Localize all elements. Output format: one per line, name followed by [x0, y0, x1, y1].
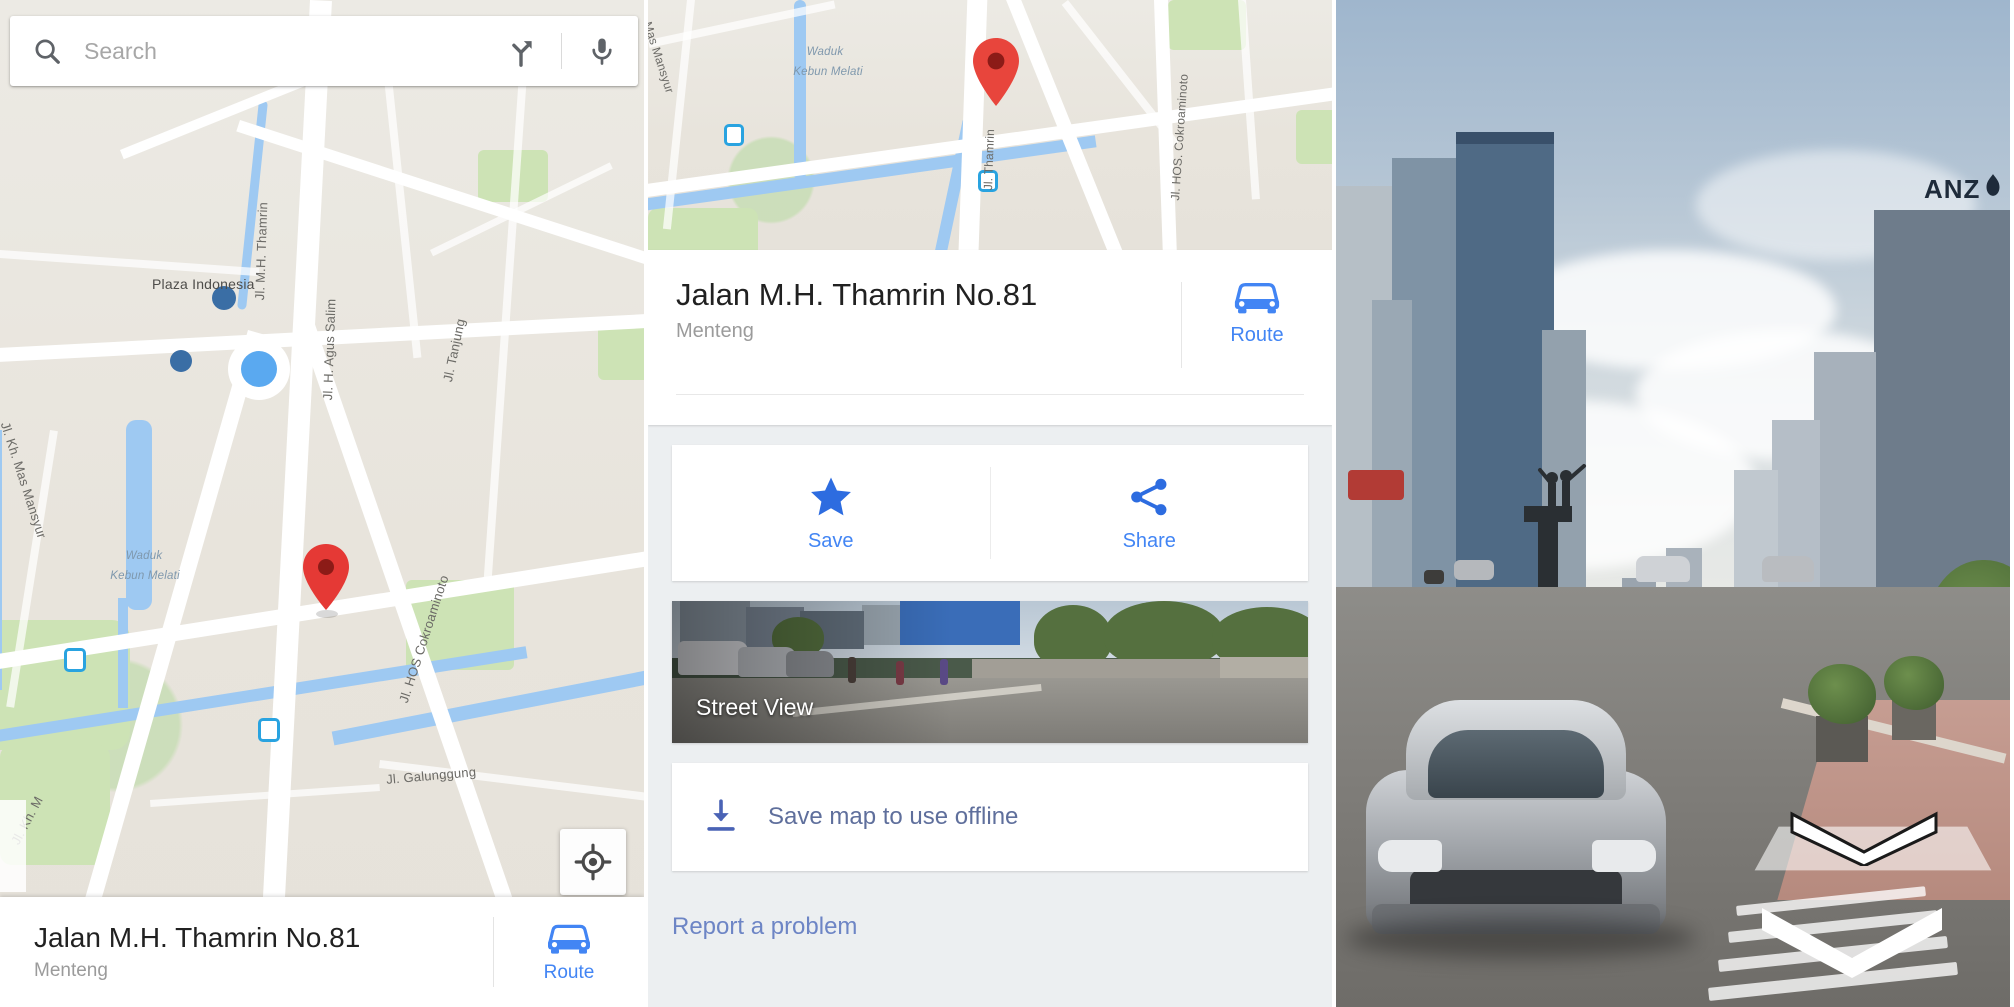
anz-sign-text: ANZ: [1924, 174, 1981, 204]
photo-bus: [1348, 470, 1404, 500]
sheet-water-canal: [794, 0, 806, 180]
map-canvas[interactable]: Plaza Indonesia Jl. M.H. Thamrin Jl. H. …: [0, 0, 644, 1007]
chevron-forward-icon-near[interactable]: [1752, 898, 1952, 978]
place-info-card[interactable]: Jalan M.H. Thamrin No.81 Menteng Route: [0, 897, 644, 1007]
save-offline-row[interactable]: Save map to use offline: [672, 763, 1308, 871]
anz-logo-icon: [1986, 174, 2000, 196]
map-label-plaza-indonesia: Plaza Indonesia: [152, 276, 255, 292]
street-view-card[interactable]: Street View: [672, 601, 1308, 743]
photo-building-cap: [1456, 132, 1554, 144]
place-header-card: Jalan M.H. Thamrin No.81 Menteng Route: [648, 250, 1332, 425]
car-windshield: [1428, 730, 1604, 798]
search-input[interactable]: [84, 37, 485, 65]
voice-search-button[interactable]: [566, 16, 638, 86]
report-row: Report a problem: [648, 887, 1332, 941]
photo-car-shadow: [1346, 918, 1696, 958]
save-offline-label: Save map to use offline: [768, 803, 1019, 830]
map-location-pin[interactable]: [300, 542, 352, 617]
place-info-text: Jalan M.H. Thamrin No.81 Menteng: [0, 922, 493, 981]
place-sheet-title: Jalan M.H. Thamrin No.81: [676, 277, 1038, 312]
photo-motorbike: [1424, 570, 1444, 584]
sheet-label-waduk: Waduk: [806, 46, 844, 58]
sheet-label-thamrin: Jl. Thamrin: [981, 128, 998, 191]
car-icon: [548, 924, 590, 954]
search-icon: [10, 36, 84, 66]
share-icon: [1131, 478, 1167, 515]
street-view-label: Street View: [696, 694, 814, 720]
photo-planter-shrub: [1884, 656, 1944, 710]
photo-monument-statue-icon: [1538, 464, 1586, 507]
map-label-kebun-melati: Kebun Melati: [110, 570, 180, 582]
place-sheet-subtitle: Menteng: [676, 320, 754, 343]
sheet-route-button[interactable]: Route: [1182, 278, 1332, 347]
street-view-photo-panel[interactable]: ANZ: [1336, 0, 2010, 1007]
sheet-map-strip[interactable]: Waduk Kebun Melati Jl. Thamrin Jl. HOS. …: [648, 0, 1332, 250]
photo-planter-shrub: [1808, 664, 1876, 724]
microphone-icon: [592, 38, 612, 65]
map-label-waduk: Waduk: [125, 550, 163, 562]
search-glyph: [35, 39, 60, 64]
transit-marker-icon: [64, 648, 86, 672]
transit-marker-icon: [258, 718, 280, 742]
chevron-forward-icon-far[interactable]: [1784, 806, 1944, 866]
sheet-green-area: [1168, 0, 1246, 50]
map-water-canal: [0, 430, 2, 690]
star-icon: [810, 476, 851, 515]
map-water-canal: [118, 598, 128, 708]
car-headlight: [1378, 840, 1442, 872]
thumb-vignette: [672, 601, 1308, 743]
directions-fork-icon: [512, 41, 532, 67]
three-panel-screenshot: Plaza Indonesia Jl. M.H. Thamrin Jl. H. …: [0, 0, 2014, 1007]
place-title: Jalan M.H. Thamrin No.81: [34, 922, 361, 954]
save-action[interactable]: Save: [672, 445, 990, 581]
map-scale-ticks: [0, 800, 26, 892]
my-location-button[interactable]: [560, 829, 626, 895]
car-headlight: [1592, 840, 1656, 872]
directions-button[interactable]: [485, 16, 557, 86]
place-sheet-body: Jalan M.H. Thamrin No.81 Menteng Route S…: [648, 250, 1332, 1007]
search-divider: [561, 33, 562, 69]
offline-card[interactable]: Save map to use offline: [672, 763, 1308, 871]
map-roundabout-water: [241, 351, 277, 387]
photo-distant-car: [1454, 560, 1494, 580]
pin-icon: [973, 38, 1019, 106]
my-location-icon: [574, 843, 612, 881]
search-bar[interactable]: [10, 16, 638, 86]
place-header-text: Jalan M.H. Thamrin No.81 Menteng: [648, 277, 1181, 343]
map-panel: Plaza Indonesia Jl. M.H. Thamrin Jl. H. …: [0, 0, 648, 1007]
save-action-label: Save: [807, 529, 854, 552]
sheet-route-label: Route: [1230, 324, 1284, 346]
place-actions-card: Save Share: [672, 445, 1308, 581]
sheet-location-pin[interactable]: [970, 36, 1022, 113]
car-icon: [1234, 283, 1280, 314]
photo-distant-car: [1636, 556, 1690, 582]
share-action-label: Share: [1122, 529, 1176, 552]
photo-distant-car: [1762, 556, 1814, 582]
pin-icon: [303, 544, 349, 610]
place-subtitle: Menteng: [34, 959, 108, 981]
route-button-label: Route: [543, 962, 595, 983]
sheet-label-kebun-melati: Kebun Melati: [793, 66, 863, 78]
transit-marker-icon: [724, 124, 744, 146]
share-action[interactable]: Share: [991, 445, 1309, 581]
poi-marker-icon: [170, 350, 192, 372]
sheet-green-area: [1296, 110, 1332, 164]
photo-foreground-car: [1366, 690, 1666, 940]
place-sheet-panel: Waduk Kebun Melati Jl. Thamrin Jl. HOS. …: [648, 0, 1336, 1007]
report-problem-link[interactable]: Report a problem: [672, 913, 857, 940]
street-view-thumbnail[interactable]: Street View: [672, 601, 1308, 743]
download-icon: [707, 799, 735, 831]
route-button[interactable]: Route: [494, 920, 644, 984]
